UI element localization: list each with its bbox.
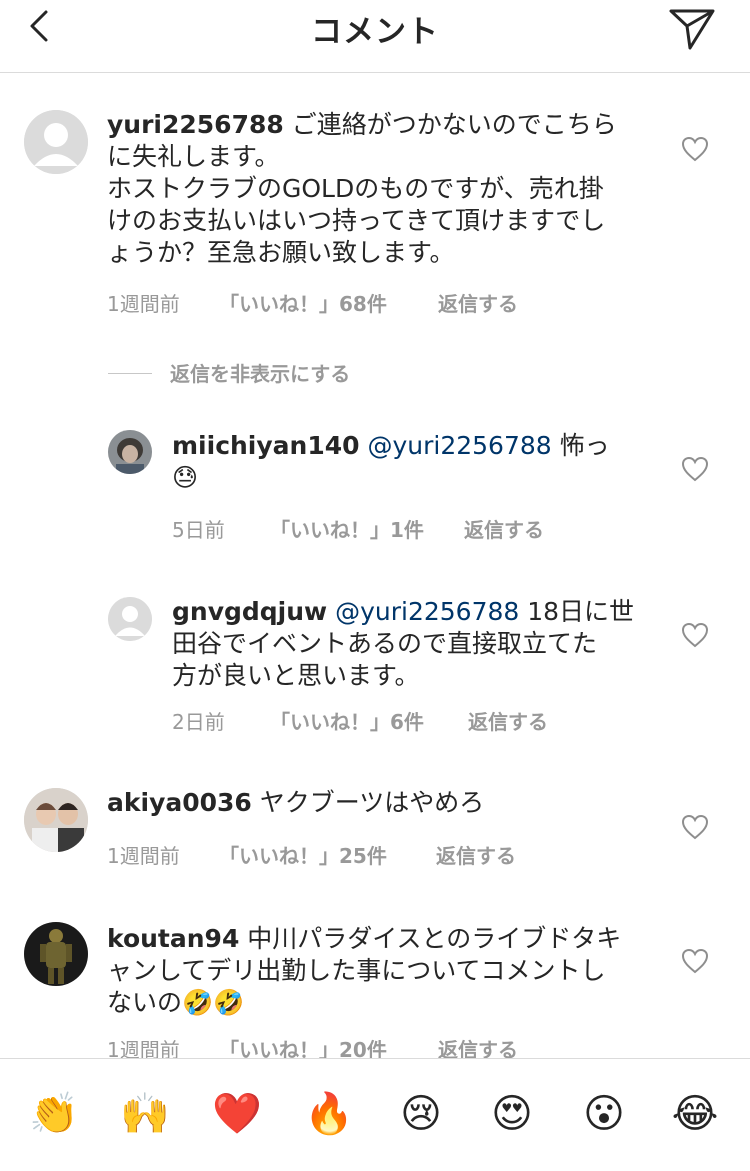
avatar-photo-icon (24, 788, 88, 852)
reply-time: 2日前 (172, 710, 225, 734)
reply-text: miichiyan140 @yuri2256788 怖っ 😓 (172, 431, 610, 492)
heart-icon[interactable] (681, 948, 709, 974)
red-heart-emoji[interactable]: ❤️ (212, 1089, 262, 1139)
raising-hands-emoji[interactable]: 🙌 (120, 1089, 170, 1139)
comment-text: koutan94 中川パラダイスとのライブドタキ ャンしてデリ出勤した事について… (107, 924, 622, 1017)
clapping-hands-emoji[interactable]: 👏 (29, 1089, 79, 1139)
send-icon[interactable] (668, 4, 716, 52)
user-silhouette-icon (24, 110, 88, 174)
comment-time: 1週間前 (107, 292, 180, 316)
likes-count[interactable]: 「いいね！」6件 (270, 706, 424, 735)
heart-icon[interactable] (681, 136, 709, 162)
avatar-photo-icon (24, 922, 88, 986)
likes-count[interactable]: 「いいね！」1件 (270, 514, 424, 543)
likes-count[interactable]: 「いいね！」68件 (219, 288, 387, 317)
crying-face-emoji[interactable]: 😢 (396, 1089, 446, 1139)
comment-username[interactable]: yuri2256788 (107, 110, 284, 139)
reply-button[interactable]: 返信する (464, 514, 544, 543)
reply-text: gnvgdqjuw @yuri2256788 18日に世 田谷でイベントあるので… (172, 597, 635, 690)
comment-text: yuri2256788 ご連絡がつかないのでこちら に失礼します。 ホストクラブ… (107, 110, 617, 267)
emoji-quick-bar: 👏 🙌 ❤️ 🔥 😢 😍 😮 😂 (0, 1058, 750, 1171)
reply-time: 5日前 (172, 518, 225, 542)
avatar-photo-icon (108, 430, 152, 474)
comment-text: akiya0036 ヤクブーツはやめろ (107, 788, 485, 817)
mention-link[interactable]: @yuri2256788 (327, 597, 519, 626)
mention-link[interactable]: @yuri2256788 (360, 431, 551, 460)
heart-eyes-emoji[interactable]: 😍 (487, 1089, 537, 1139)
likes-count[interactable]: 「いいね！」25件 (219, 840, 387, 869)
comment-time: 1週間前 (107, 844, 180, 868)
surprised-face-emoji[interactable]: 😮 (579, 1089, 629, 1139)
user-avatar[interactable] (24, 922, 88, 986)
comment-username[interactable]: koutan94 (107, 924, 239, 953)
default-avatar[interactable] (108, 597, 152, 641)
comment-username[interactable]: akiya0036 (107, 788, 252, 817)
heart-icon[interactable] (681, 456, 709, 482)
reply-button[interactable]: 返信する (468, 706, 548, 735)
fire-emoji[interactable]: 🔥 (304, 1089, 354, 1139)
top-bar: コメント (0, 0, 750, 73)
reply-username[interactable]: gnvgdqjuw (172, 597, 327, 626)
default-avatar[interactable] (24, 110, 88, 174)
heart-icon[interactable] (681, 622, 709, 648)
user-avatar[interactable] (108, 430, 152, 474)
user-avatar[interactable] (24, 788, 88, 852)
user-silhouette-icon (108, 597, 152, 641)
page-title: コメント (311, 14, 439, 50)
reply-username[interactable]: miichiyan140 (172, 431, 360, 460)
reply-button[interactable]: 返信する (436, 840, 516, 869)
tears-of-joy-emoji[interactable]: 😂 (670, 1089, 720, 1139)
heart-icon[interactable] (681, 814, 709, 840)
divider-line (108, 373, 152, 374)
reply-button[interactable]: 返信する (438, 288, 518, 317)
